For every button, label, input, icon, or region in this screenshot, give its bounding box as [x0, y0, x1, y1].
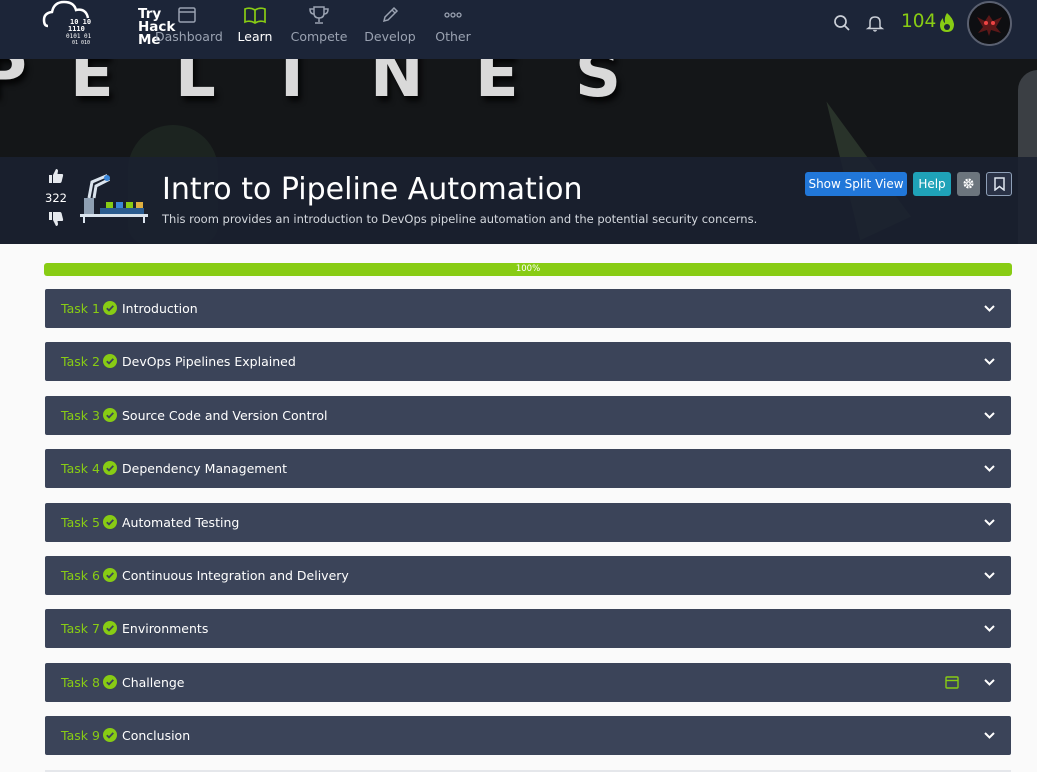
task-number: Task 3 [61, 408, 100, 423]
pencil-icon [382, 6, 399, 23]
task-row[interactable]: Task 8 Challenge [45, 663, 1011, 702]
chevron-down-icon[interactable] [983, 516, 996, 529]
task-number: Task 7 [61, 621, 100, 636]
search-icon[interactable] [832, 13, 852, 33]
nav-compete[interactable]: Compete [290, 4, 348, 54]
task-title: Environments [122, 621, 209, 636]
check-circle-icon [103, 301, 117, 315]
svg-text:0101 01: 0101 01 [66, 33, 92, 40]
user-avatar[interactable] [967, 1, 1012, 46]
task-title: DevOps Pipelines Explained [122, 354, 296, 369]
chevron-down-icon[interactable] [983, 462, 996, 475]
trophy-icon [309, 6, 329, 24]
chevron-down-icon[interactable] [983, 676, 996, 689]
check-circle-icon [103, 728, 117, 742]
chevron-down-icon[interactable] [983, 409, 996, 422]
check-circle-icon [103, 621, 117, 635]
task-row[interactable]: Task 7 Environments [45, 609, 1011, 648]
nav-dashboard[interactable]: Dashboard [155, 4, 223, 54]
dashboard-icon [178, 7, 196, 23]
thumbs-down-icon[interactable] [48, 211, 64, 227]
browser-window-icon[interactable] [945, 676, 959, 689]
nav-learn[interactable]: Learn [237, 4, 273, 54]
flame-icon [940, 13, 954, 32]
task-number: Task 4 [61, 461, 100, 476]
cloud-logo-icon: 10 10 1110 0101 01 01 010 [42, 0, 92, 46]
task-title: Continuous Integration and Delivery [122, 568, 349, 583]
svg-text:01 010: 01 010 [72, 40, 90, 46]
task-number: Task 2 [61, 354, 100, 369]
task-row[interactable]: Task 5 Automated Testing [45, 503, 1011, 542]
task-number: Task 9 [61, 728, 100, 743]
task-number: Task 1 [61, 301, 100, 316]
vote-widget: 322 [42, 168, 70, 227]
task-row[interactable]: Task 3 Source Code and Version Control [45, 396, 1011, 435]
task-row[interactable]: Task 1 Introduction [45, 289, 1011, 328]
nav-other-label: Other [435, 29, 471, 44]
check-circle-icon [103, 515, 117, 529]
svg-text:1110: 1110 [68, 25, 85, 33]
task-title: Dependency Management [122, 461, 287, 476]
progress-label: 100% [515, 264, 541, 274]
task-title: Automated Testing [122, 515, 240, 530]
room-title: Intro to Pipeline Automation [162, 172, 583, 207]
room-progress-bar: 100% [44, 263, 1012, 276]
tryhackme-logo[interactable]: 10 10 1110 0101 01 01 010 Try Hack Me [42, 0, 175, 55]
check-circle-icon [103, 568, 117, 582]
task-title: Source Code and Version Control [122, 408, 328, 423]
check-circle-icon [103, 354, 117, 368]
bookmark-button[interactable] [986, 172, 1012, 196]
room-description: This room provides an introduction to De… [162, 212, 758, 226]
gear-icon [963, 178, 974, 189]
top-navbar: 10 10 1110 0101 01 01 010 Try Hack Me Da… [0, 0, 1037, 59]
task-number: Task 5 [61, 515, 100, 530]
chevron-down-icon[interactable] [983, 302, 996, 315]
nav-develop[interactable]: Develop [364, 4, 416, 54]
task-title: Conclusion [122, 728, 191, 743]
room-icon [80, 174, 148, 223]
chevron-down-icon[interactable] [983, 355, 996, 368]
vote-count: 322 [45, 191, 67, 205]
nav-compete-label: Compete [290, 29, 348, 44]
dots-icon [444, 12, 462, 18]
bell-icon[interactable] [865, 13, 885, 33]
task-row[interactable]: Task 9 Conclusion [45, 716, 1011, 755]
show-split-view-button[interactable]: Show Split View [805, 172, 907, 196]
settings-button[interactable] [957, 172, 980, 196]
task-row[interactable]: Task 2 DevOps Pipelines Explained [45, 342, 1011, 381]
check-circle-icon [103, 675, 117, 689]
check-circle-icon [103, 408, 117, 422]
nav-dashboard-label: Dashboard [155, 29, 223, 44]
help-button[interactable]: Help [913, 172, 951, 196]
task-title: Challenge [122, 675, 185, 690]
task-number: Task 6 [61, 568, 100, 583]
chevron-down-icon[interactable] [983, 569, 996, 582]
task-row[interactable]: Task 6 Continuous Integration and Deliver… [45, 556, 1011, 595]
check-circle-icon [103, 461, 117, 475]
chevron-down-icon[interactable] [983, 729, 996, 742]
chevron-down-icon[interactable] [983, 622, 996, 635]
thumbs-up-icon[interactable] [48, 168, 64, 184]
task-title: Introduction [122, 301, 198, 316]
book-icon [244, 7, 266, 24]
nav-other[interactable]: Other [433, 4, 473, 54]
task-row[interactable]: Task 4 Dependency Management [45, 449, 1011, 488]
nav-develop-label: Develop [364, 29, 416, 44]
avatar-image [969, 3, 1010, 44]
bookmark-icon [993, 177, 1005, 192]
streak-count: 104 [901, 11, 937, 32]
nav-learn-label: Learn [237, 29, 273, 44]
task-number: Task 8 [61, 675, 100, 690]
